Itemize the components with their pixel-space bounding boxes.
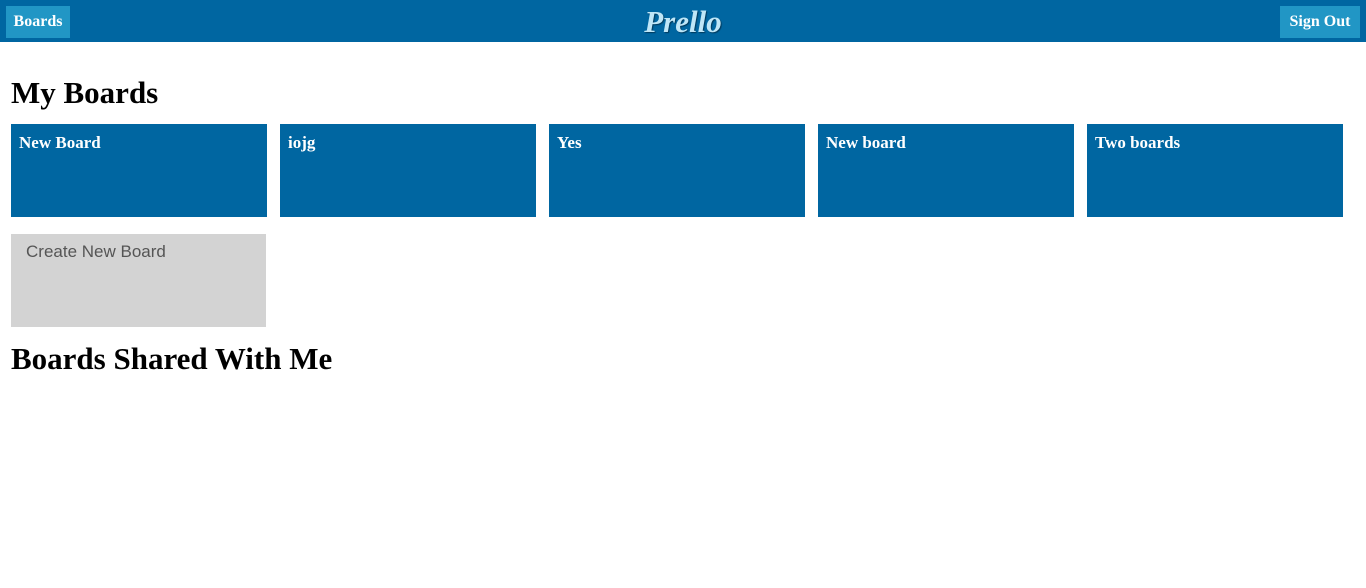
board-tile-name: iojg [288,133,316,152]
board-tile[interactable]: iojg [280,124,536,217]
my-boards-heading: My Boards [11,75,159,110]
create-new-board-button[interactable]: Create New Board [11,234,266,327]
board-tile-name: Yes [557,133,582,152]
board-tile-name: New Board [19,133,101,152]
board-tile-name: New board [826,133,906,152]
board-tile-name: Two boards [1095,133,1181,152]
boards-button[interactable]: Boards [6,6,70,38]
sign-out-button[interactable]: Sign Out [1280,6,1360,38]
shared-boards-heading: Boards Shared With Me [11,341,333,376]
my-boards-list: New Board iojg Yes New board Two boards [11,124,1356,217]
board-tile[interactable]: New board [818,124,1074,217]
prello-logo: Prello [644,4,722,39]
board-tile[interactable]: Yes [549,124,805,217]
top-navbar: Boards Prello Sign Out [0,0,1366,42]
board-tile[interactable]: Two boards [1087,124,1343,217]
create-new-board-label: Create New Board [26,242,166,261]
board-tile[interactable]: New Board [11,124,267,217]
